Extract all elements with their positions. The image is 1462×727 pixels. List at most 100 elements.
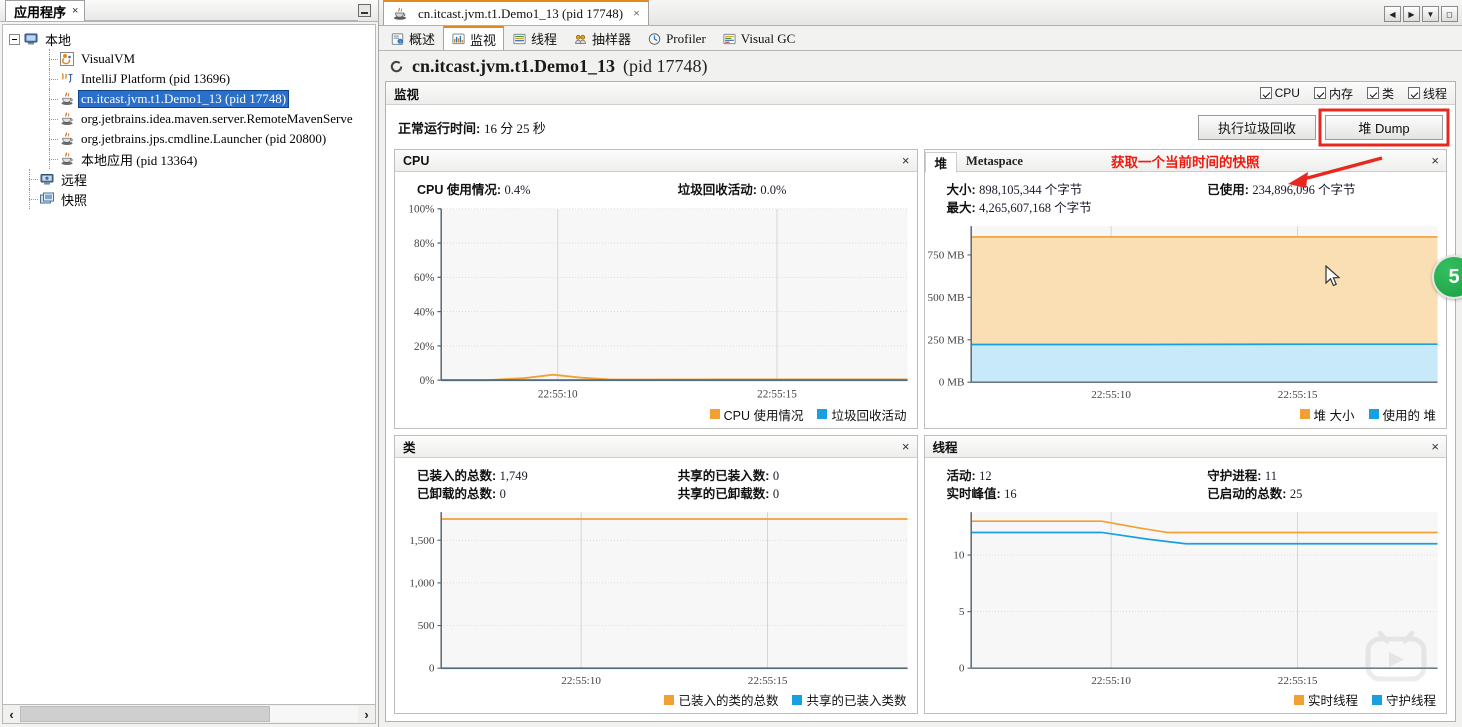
svg-text:i: i <box>400 38 401 43</box>
tab-view-1[interactable]: 监视 <box>443 26 505 50</box>
visualgc-icon <box>723 33 736 44</box>
tab-label: 监视 <box>470 32 497 48</box>
tree-node-3[interactable]: cn.itcast.jvm.t1.Demo1_13 (pid 17748) <box>3 89 375 109</box>
stat-label: 守护进程: <box>1207 468 1262 483</box>
tree-guide <box>45 89 59 109</box>
chart-cpu[interactable]: 0% 20% 40% 60% 80% 100% 22:55:10 22:55:15 <box>395 201 917 404</box>
tab-view-3[interactable]: 抽样器 <box>565 26 639 50</box>
tab-view-2[interactable]: 线程 <box>504 26 565 50</box>
tree-node-5[interactable]: org.jetbrains.jps.cmdline.Launcher (pid … <box>3 129 375 149</box>
x-tick-label: 22:55:15 <box>757 388 797 400</box>
scroll-track[interactable] <box>20 706 358 722</box>
stat-value: 0 <box>772 486 780 501</box>
checkbox-类[interactable]: 类 <box>1366 85 1394 102</box>
uptime-row: 正常运行时间: 16 分 25 秒 执行垃圾回收 堆 Dump <box>386 105 1455 146</box>
tree-node-label: cn.itcast.jvm.t1.Demo1_13 (pid 17748) <box>77 90 290 108</box>
applications-tree[interactable]: 本地 VisualVM IntelliJ Platform (pid 13696) c… <box>2 24 376 704</box>
y-tick-label: 1,000 <box>409 577 435 589</box>
tree-node-7[interactable]: 远程 <box>3 169 375 189</box>
chart-classes[interactable]: 0 500 1,000 1,500 22:55:10 22:55:15 <box>395 505 917 690</box>
stat-label: CPU 使用情况: <box>417 183 502 197</box>
panel-stats-heap: 大小: 898,105,344 个字节 最大: 4,265,607,168 个字节… <box>925 172 1447 219</box>
panel-threads: 线程 × 活动: 12 实时峰值: 16 守护进程: 11 已启动的总数: 25 0 5 10 2… <box>923 434 1447 714</box>
legend-cpu: CPU 使用情况 垃圾回收活动 <box>395 404 917 428</box>
close-icon[interactable]: × <box>902 439 910 454</box>
checkmark-icon <box>1259 87 1272 99</box>
heap-dump-button[interactable]: 堆 Dump <box>1325 115 1443 140</box>
scroll-right-icon[interactable]: › <box>358 707 375 722</box>
panel-heap: 堆 Metaspace 获取一个当前时间的快照 × 大小: 898,105,344 个字… <box>923 149 1447 429</box>
x-tick-label: 22:55:15 <box>1277 389 1317 401</box>
checkmark-icon <box>1366 87 1379 99</box>
tab-metaspace[interactable]: Metaspace <box>957 151 1032 172</box>
stat-value: 898,105,344 个字节 <box>979 183 1083 197</box>
stats-col-left: CPU 使用情况: 0.4% <box>395 181 656 199</box>
scroll-thumb[interactable] <box>20 706 271 722</box>
tab-list-button[interactable]: ▼ <box>1422 6 1439 22</box>
stat-label: 已卸载的总数: <box>417 486 497 501</box>
checkbox-CPU[interactable]: CPU <box>1259 86 1300 100</box>
checkmark-icon <box>1313 87 1326 99</box>
minimize-button[interactable] <box>358 4 371 17</box>
legend-label: 守护线程 <box>1385 694 1436 708</box>
action-buttons: 执行垃圾回收 堆 Dump <box>1198 115 1443 140</box>
x-tick-label: 22:55:10 <box>538 388 578 400</box>
close-icon[interactable]: × <box>902 153 910 168</box>
visualvm-icon <box>60 52 74 66</box>
checkbox-线程[interactable]: 线程 <box>1407 85 1447 102</box>
legend-swatch <box>817 409 828 419</box>
close-icon[interactable]: × <box>1431 153 1439 168</box>
legend-label: 使用的 堆 <box>1382 408 1436 423</box>
document-tab-demo1-13[interactable]: cn.itcast.jvm.t1.Demo1_13 (pid 17748) × <box>383 0 649 25</box>
tab-label: 抽样器 <box>592 32 632 47</box>
stats-col-right: 守护进程: 11 已启动的总数: 25 <box>1185 467 1446 503</box>
java-icon <box>61 112 73 125</box>
chart-threads[interactable]: 0 5 10 22:55:10 22:55:15 <box>925 505 1447 690</box>
panel-stats-threads: 活动: 12 实时峰值: 16 守护进程: 11 已启动的总数: 25 <box>925 458 1447 505</box>
page-title: cn.itcast.jvm.t1.Demo1_13 <box>412 55 615 76</box>
stat-label: 已启动的总数: <box>1207 486 1287 501</box>
stat-label: 活动: <box>946 468 976 483</box>
stat-label: 已使用: <box>1207 183 1249 197</box>
close-icon[interactable]: × <box>633 6 640 21</box>
checkbox-label: CPU <box>1274 86 1300 100</box>
tree-horizontal-scrollbar[interactable]: ‹ › <box>2 704 376 724</box>
x-tick-label: 22:55:15 <box>1277 675 1317 687</box>
chart-svg: 0 5 10 22:55:10 22:55:15 <box>953 511 1438 687</box>
y-tick-label: 80% <box>414 238 435 250</box>
maximize-button[interactable]: ◻ <box>1441 6 1458 22</box>
tree-node-2[interactable]: IntelliJ Platform (pid 13696) <box>3 69 375 89</box>
close-icon[interactable]: × <box>72 5 78 17</box>
tree-node-6[interactable]: 本地应用 (pid 13364) <box>3 149 375 169</box>
scroll-left-icon[interactable]: ‹ <box>3 707 20 722</box>
collapse-toggle-icon[interactable] <box>9 33 20 45</box>
legend-item: 垃圾回收活动 <box>817 405 907 424</box>
computer-icon <box>24 33 38 45</box>
tab-applications[interactable]: 应用程序 × <box>5 0 86 21</box>
tree-node-4[interactable]: org.jetbrains.idea.maven.server.RemoteMa… <box>3 109 375 129</box>
next-tab-button[interactable]: ▶ <box>1403 6 1420 22</box>
y-tick-label: 10 <box>953 549 965 561</box>
close-icon[interactable]: × <box>1431 439 1439 454</box>
tree-node-8[interactable]: 快照 <box>3 189 375 209</box>
chart-heap[interactable]: 0 MB 250 MB 500 MB 750 MB 22:55:10 22:55:15 <box>925 219 1447 404</box>
tree-node-1[interactable]: VisualVM <box>3 49 375 69</box>
panel-title: CPU <box>403 153 430 168</box>
perform-gc-button[interactable]: 执行垃圾回收 <box>1198 115 1316 140</box>
tab-visual-gc[interactable]: Visual GC <box>714 26 803 50</box>
uptime: 正常运行时间: 16 分 25 秒 <box>398 118 546 137</box>
stats-col-right: 垃圾回收活动: 0.0% <box>656 181 917 199</box>
tab-heap[interactable]: 堆 <box>924 151 958 173</box>
tree-node-0[interactable]: 本地 <box>3 29 375 49</box>
legend-item: CPU 使用情况 <box>709 405 803 424</box>
prev-tab-button[interactable]: ◀ <box>1384 6 1401 22</box>
checkbox-内存[interactable]: 内存 <box>1313 85 1353 102</box>
tree-node-label: org.jetbrains.jps.cmdline.Launcher (pid … <box>81 131 327 146</box>
stat-row: 垃圾回收活动: 0.0% <box>678 181 917 199</box>
tab-profiler[interactable]: Profiler <box>639 26 714 50</box>
y-tick-label: 100% <box>408 203 435 215</box>
java-icon <box>61 152 73 165</box>
legend-item: 实时线程 <box>1293 690 1358 709</box>
tab-view-0[interactable]: i 概述 <box>382 26 443 50</box>
legend-swatch <box>1371 694 1382 705</box>
